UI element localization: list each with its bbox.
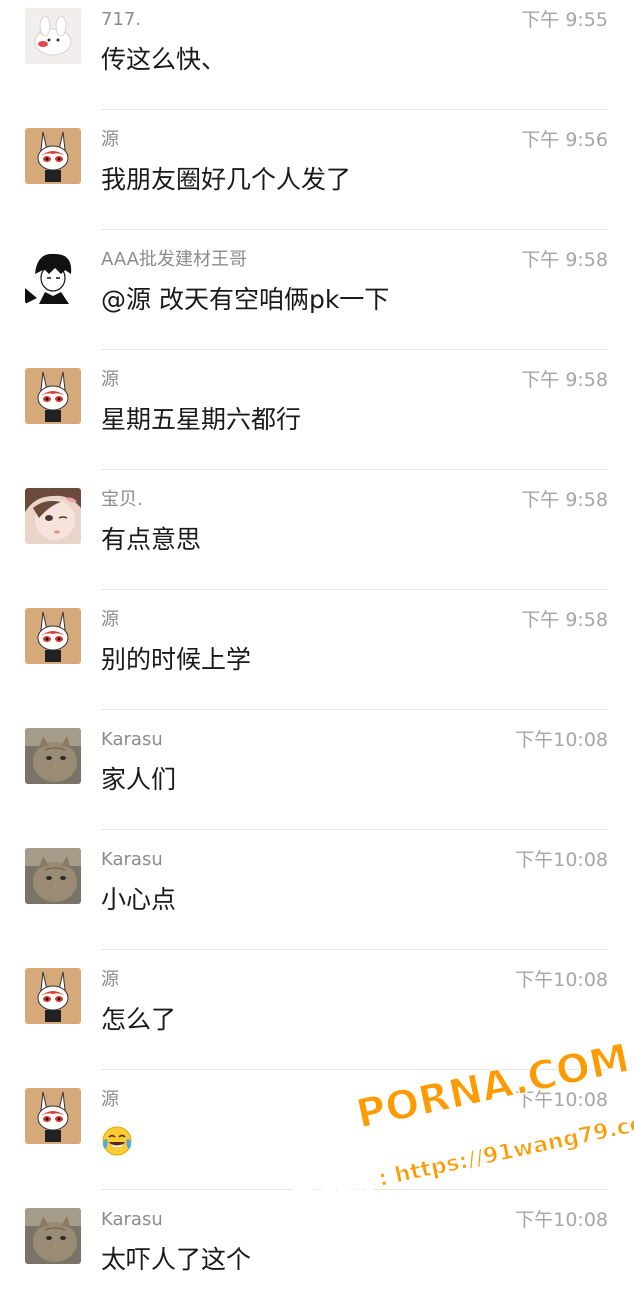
sender-name: Karasu	[101, 849, 163, 870]
sender-name: 源	[101, 129, 119, 150]
message-time: 下午 9:58	[521, 489, 608, 511]
chat-message-row[interactable]: Karasu 下午10:08 小心点	[0, 830, 634, 950]
chat-message-row[interactable]: 源 下午10:08 怎么了	[0, 950, 634, 1070]
message-time: 下午10:08	[515, 1209, 608, 1231]
chat-message-row[interactable]: AAA批发建材王哥 下午 9:58 @源 改天有空咱俩pk一下	[0, 230, 634, 350]
message-time: 下午10:08	[515, 729, 608, 751]
robot-rabbit-avatar[interactable]	[25, 1088, 81, 1144]
sender-name: 717.	[101, 9, 142, 30]
chat-message-row[interactable]: 源 下午 9:58 别的时候上学	[0, 590, 634, 710]
sender-name: Karasu	[101, 1209, 163, 1230]
chat-message-row[interactable]: 源 下午 9:58 星期五星期六都行	[0, 350, 634, 470]
message-time: 下午 9:58	[521, 369, 608, 391]
message-time: 下午 9:58	[521, 249, 608, 271]
message-time: 下午10:08	[515, 969, 608, 991]
message-text: 传这么快、	[101, 45, 227, 74]
message-text: 家人们	[101, 765, 177, 794]
robot-rabbit-avatar[interactable]	[25, 968, 81, 1024]
message-text: 星期五星期六都行	[101, 405, 302, 434]
cat-photo-avatar[interactable]	[25, 728, 81, 784]
chat-message-list[interactable]: 717. 下午 9:55 传这么快、 源 下午 9:56 我朋友圈好几个人发了	[0, 0, 634, 1310]
robot-rabbit-avatar[interactable]	[25, 368, 81, 424]
message-time: 下午10:08	[515, 1089, 608, 1111]
message-emoji	[101, 1122, 133, 1158]
sender-name: 源	[101, 609, 119, 630]
cat-photo-avatar[interactable]	[25, 848, 81, 904]
message-text: 我朋友圈好几个人发了	[101, 165, 352, 194]
message-text: 小心点	[101, 885, 177, 914]
robot-rabbit-avatar[interactable]	[25, 608, 81, 664]
sender-name: Karasu	[101, 729, 163, 750]
chat-message-row[interactable]: 源 下午10:08	[0, 1070, 634, 1190]
cat-bunny-avatar[interactable]	[25, 8, 81, 64]
message-time: 下午 9:55	[521, 9, 608, 31]
message-text: 有点意思	[101, 525, 202, 554]
message-text: 别的时候上学	[101, 645, 252, 674]
sender-name: 宝贝.	[101, 489, 143, 510]
sender-name: 源	[101, 969, 119, 990]
robot-rabbit-avatar[interactable]	[25, 128, 81, 184]
message-text: 太吓人了这个	[101, 1245, 252, 1274]
message-time: 下午 9:56	[521, 129, 608, 151]
chat-message-row[interactable]: Karasu 下午10:08 太吓人了这个	[0, 1190, 634, 1310]
crying-laughing-emoji-icon	[102, 1126, 132, 1156]
chat-message-row[interactable]: 源 下午 9:56 我朋友圈好几个人发了	[0, 110, 634, 230]
cat-photo-avatar[interactable]	[25, 1208, 81, 1264]
message-time: 下午 9:58	[521, 609, 608, 631]
manga-boy-avatar[interactable]	[25, 248, 81, 304]
sender-name: 源	[101, 369, 119, 390]
message-text: @源 改天有空咱俩pk一下	[101, 285, 390, 314]
message-time: 下午10:08	[515, 849, 608, 871]
doll-girl-avatar[interactable]	[25, 488, 81, 544]
chat-message-row[interactable]: Karasu 下午10:08 家人们	[0, 710, 634, 830]
chat-message-row[interactable]: 宝贝. 下午 9:58 有点意思	[0, 470, 634, 590]
chat-message-row[interactable]: 717. 下午 9:55 传这么快、	[0, 0, 634, 110]
sender-name: AAA批发建材王哥	[101, 249, 247, 270]
message-text: 怎么了	[101, 1005, 177, 1034]
sender-name: 源	[101, 1089, 119, 1110]
